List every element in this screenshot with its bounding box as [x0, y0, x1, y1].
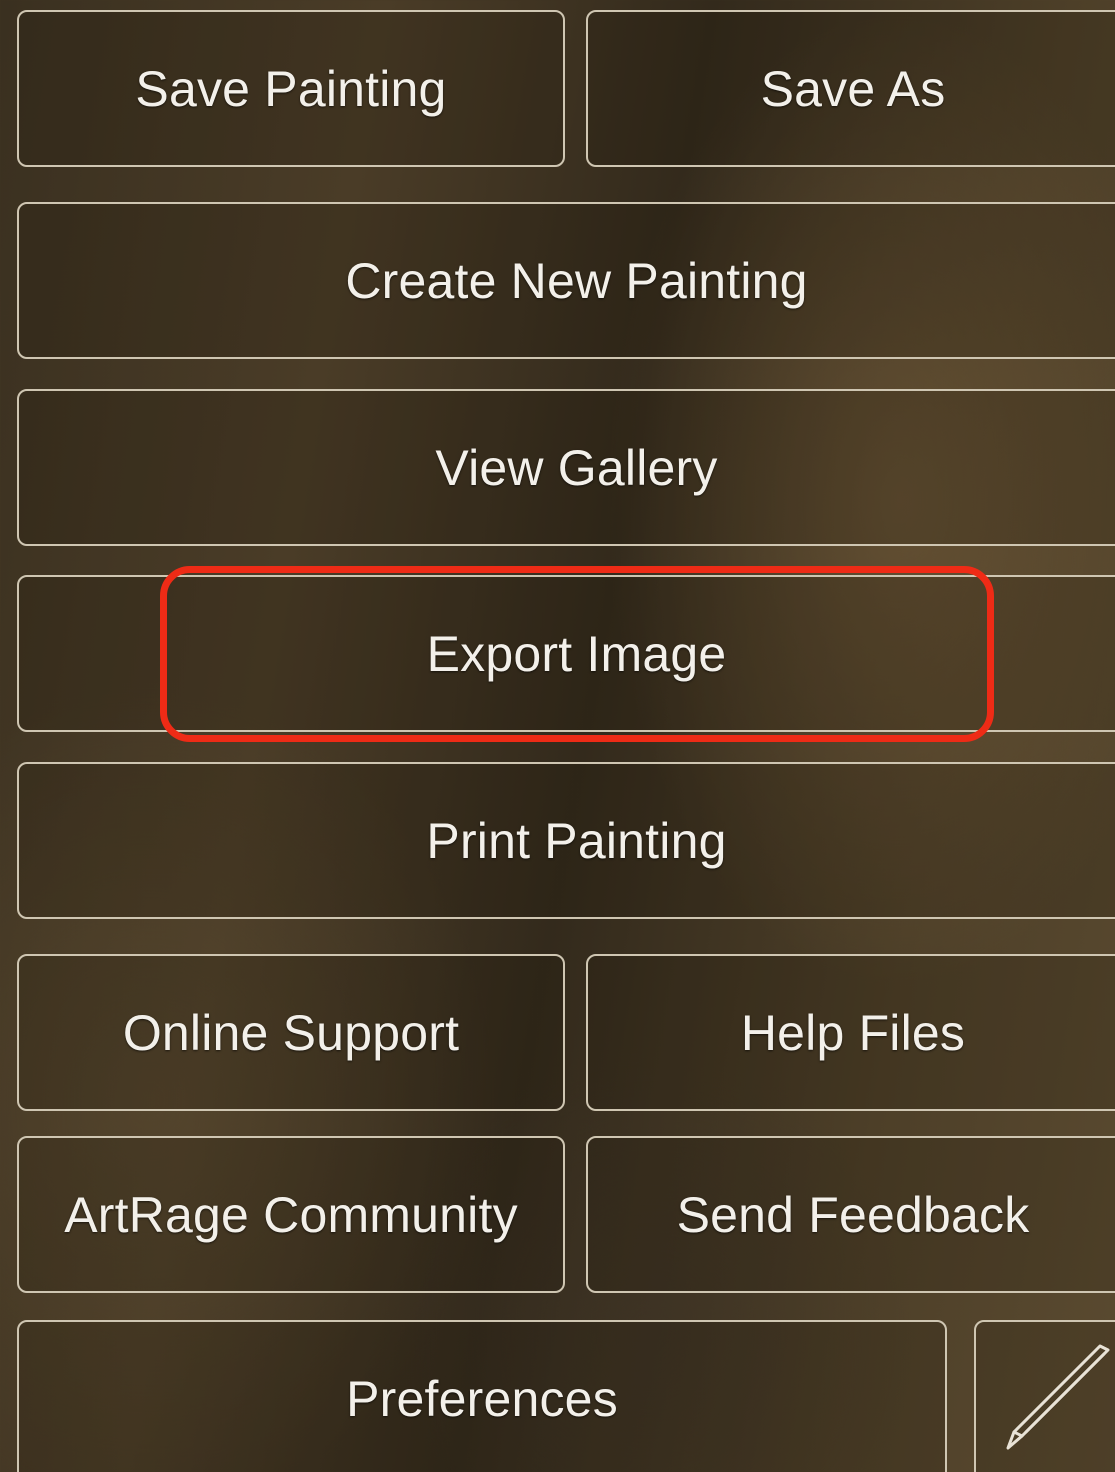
view-gallery-button[interactable]: View Gallery: [17, 389, 1115, 546]
save-painting-button[interactable]: Save Painting: [17, 10, 565, 167]
view-gallery-label: View Gallery: [435, 439, 718, 496]
print-painting-button[interactable]: Print Painting: [17, 762, 1115, 919]
export-image-button[interactable]: Export Image: [17, 575, 1115, 732]
send-feedback-label: Send Feedback: [676, 1186, 1030, 1243]
save-as-label: Save As: [760, 60, 946, 117]
create-new-painting-label: Create New Painting: [345, 252, 808, 309]
preferences-label: Preferences: [346, 1371, 618, 1427]
artrage-community-button[interactable]: ArtRage Community: [17, 1136, 565, 1293]
preferences-button[interactable]: Preferences: [17, 1320, 947, 1472]
online-support-label: Online Support: [122, 1004, 460, 1061]
artrage-community-label: ArtRage Community: [64, 1186, 518, 1243]
pen-icon: [1006, 1344, 1110, 1450]
save-painting-label: Save Painting: [135, 60, 447, 117]
online-support-button[interactable]: Online Support: [17, 954, 565, 1111]
create-new-painting-button[interactable]: Create New Painting: [17, 202, 1115, 359]
send-feedback-button[interactable]: Send Feedback: [586, 1136, 1115, 1293]
save-as-button[interactable]: Save As: [586, 10, 1115, 167]
pen-settings-button[interactable]: [974, 1320, 1115, 1472]
export-image-label: Export Image: [426, 625, 727, 682]
print-painting-label: Print Painting: [426, 812, 727, 869]
help-files-label: Help Files: [740, 1004, 966, 1061]
help-files-button[interactable]: Help Files: [586, 954, 1115, 1111]
